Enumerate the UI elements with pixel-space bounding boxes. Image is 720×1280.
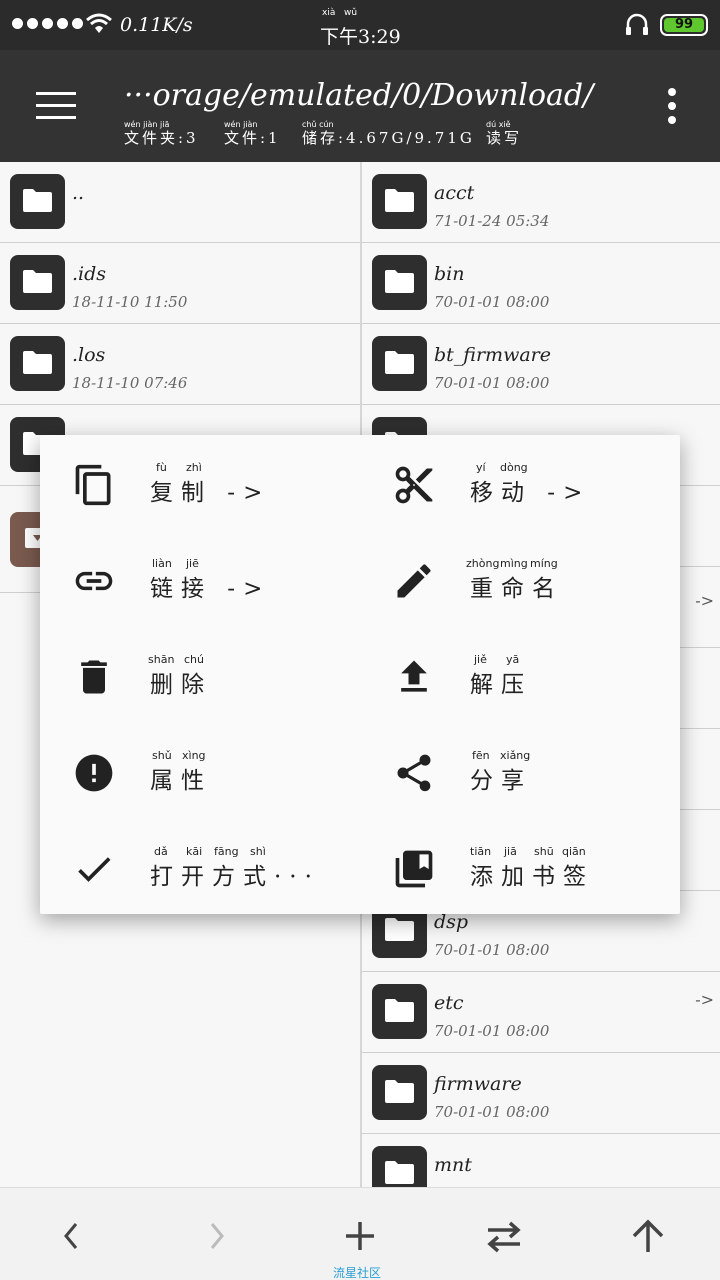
forward-chevron-icon[interactable] <box>192 1214 240 1258</box>
link-icon <box>75 571 113 591</box>
battery-icon: 99 <box>660 14 708 36</box>
up-arrow-icon[interactable] <box>624 1214 672 1258</box>
menu-item-properties[interactable]: shǔ xìng 属性 <box>40 723 360 819</box>
folder-icon <box>372 174 427 229</box>
status-bar: 0.11K/s xià wǔ 下午3:29 99 <box>0 0 720 50</box>
list-item[interactable]: acct 71-01-24 05:34 <box>362 162 720 243</box>
list-item[interactable]: firmware 70-01-01 08:00 <box>362 1053 720 1134</box>
folder-icon <box>372 984 427 1039</box>
folder-icon <box>10 336 65 391</box>
pencil-icon <box>397 564 431 598</box>
folder-icon <box>10 255 65 310</box>
folder-icon <box>372 255 427 310</box>
back-chevron-icon[interactable] <box>48 1214 96 1258</box>
upload-icon <box>401 660 427 692</box>
menu-item-link[interactable]: liàn jiē 链接 -> <box>40 531 360 627</box>
add-icon[interactable] <box>336 1214 384 1258</box>
menu-item-extract[interactable]: jiě yā 解压 <box>360 627 680 723</box>
bookmark-icon <box>395 850 433 888</box>
list-item[interactable]: .ids 18-11-10 11:50 <box>0 243 360 324</box>
check-icon <box>78 857 111 882</box>
trash-icon <box>81 660 107 694</box>
hamburger-menu-icon[interactable] <box>36 92 76 122</box>
more-options-icon[interactable] <box>666 88 678 124</box>
menu-item-share[interactable]: fēn xiǎng 分享 <box>360 723 680 819</box>
menu-item-move[interactable]: yí dòng 移动 -> <box>360 435 680 531</box>
menu-item-add-bookmark[interactable]: tiān jiā shū qiān 添加书签 <box>360 819 680 915</box>
network-speed: 0.11K/s <box>120 14 193 36</box>
list-item[interactable]: mnt <box>362 1134 720 1187</box>
watermark: 流星社区 <box>333 1266 382 1280</box>
scissors-icon <box>395 466 433 504</box>
current-path[interactable]: ···orage/emulated/0/Download/ <box>124 78 593 113</box>
context-menu: fù zhì 复制 -> yí dòng 移动 -> liàn jiē 链接 -… <box>40 435 680 914</box>
folder-icon <box>372 336 427 391</box>
list-item[interactable]: bt_firmware 70-01-01 08:00 <box>362 324 720 405</box>
menu-item-rename[interactable]: zhòng mìng míng 重命名 <box>360 531 680 627</box>
headphone-icon <box>626 13 648 35</box>
menu-item-delete[interactable]: shān chú 删除 <box>40 627 360 723</box>
alert-circle-icon <box>75 754 113 792</box>
signal-strength-icon <box>12 18 83 29</box>
menu-item-copy[interactable]: fù zhì 复制 -> <box>40 435 360 531</box>
list-item[interactable]: bin 70-01-01 08:00 <box>362 243 720 324</box>
wifi-icon <box>86 13 112 33</box>
list-item[interactable]: .los 18-11-10 07:46 <box>0 324 360 405</box>
copy-icon <box>75 464 111 506</box>
folder-icon <box>372 1146 427 1187</box>
menu-item-open-with[interactable]: dǎ kāi fāng shì 打开方式··· <box>40 819 360 915</box>
share-icon <box>397 754 431 792</box>
folder-icon <box>10 174 65 229</box>
list-item[interactable]: .. <box>0 162 360 243</box>
swap-icon[interactable] <box>480 1214 528 1258</box>
list-item[interactable]: etc 70-01-01 08:00 -> <box>362 972 720 1053</box>
app-bar: ···orage/emulated/0/Download/ wén jiàn j… <box>0 50 720 162</box>
folder-icon <box>372 1065 427 1120</box>
